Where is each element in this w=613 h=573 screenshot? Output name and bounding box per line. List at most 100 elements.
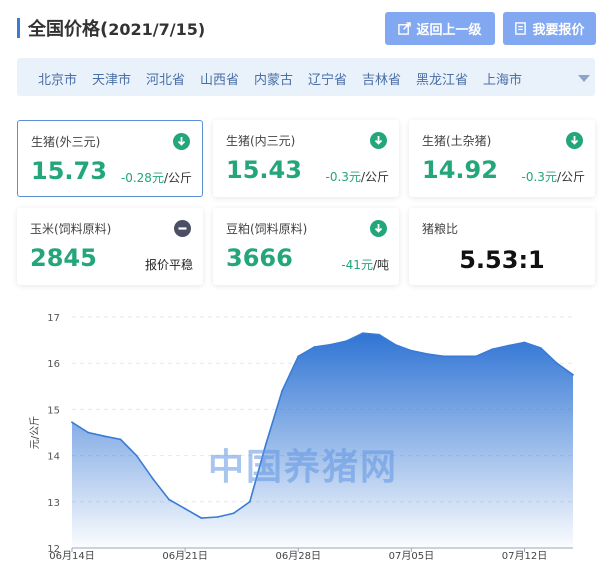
card-change-unit: /公斤	[360, 170, 389, 184]
data-point	[491, 348, 494, 351]
data-point	[426, 353, 429, 355]
data-point	[442, 355, 445, 358]
card-status: 报价平稳	[144, 258, 193, 272]
data-point	[151, 477, 154, 480]
share-out-icon	[398, 22, 412, 35]
data-point	[184, 507, 187, 510]
data-point	[248, 500, 251, 503]
data-point	[168, 498, 170, 501]
data-point	[329, 343, 332, 346]
report-price-label: 我要报价	[532, 23, 585, 38]
card-change: -41元/吨	[341, 256, 389, 273]
x-tick-label: 07月12日	[502, 550, 547, 562]
card-price: 15.73	[31, 157, 107, 185]
x-tick-label: 06月21日	[162, 550, 207, 562]
card-price: 3666	[226, 244, 293, 272]
x-tick-label: 06月14日	[49, 550, 94, 562]
price-card-pig-neisanyuan[interactable]: 生猪(内三元) 15.43 -0.3元/公斤	[213, 120, 399, 197]
card-name: 玉米(饲料原料)	[30, 222, 112, 236]
card-name: 生猪(内三元)	[226, 134, 296, 148]
region-item-shanxi[interactable]: 山西省	[200, 69, 239, 88]
data-point	[87, 431, 90, 434]
card-price: 2845	[30, 244, 97, 272]
data-point	[572, 373, 574, 376]
region-item-neimenggu[interactable]: 内蒙古	[254, 69, 293, 88]
back-button-label: 返回上一级	[416, 23, 482, 38]
card-name: 生猪(土杂猪)	[422, 134, 492, 148]
card-change-value: -0.28元	[120, 171, 164, 185]
watermark-logo-text: 中国养猪网	[208, 447, 399, 488]
region-item-jilin[interactable]: 吉林省	[362, 69, 401, 88]
down-arrow-icon	[566, 132, 583, 149]
pig-grain-ratio-value: 5.53:1	[459, 246, 545, 274]
down-arrow-icon	[370, 220, 387, 237]
card-price: 14.92	[422, 156, 498, 184]
data-point	[281, 390, 283, 392]
data-point	[135, 454, 138, 457]
back-button[interactable]: 返回上一级	[385, 12, 495, 45]
data-point	[459, 355, 461, 358]
page-title: 全国价格(2021/7/15)	[28, 15, 205, 41]
data-point	[555, 362, 558, 365]
region-item-shanghai[interactable]: 上海市	[483, 69, 522, 88]
price-card-corn[interactable]: 玉米(饲料原料) 2845 报价平稳	[17, 208, 203, 285]
card-name: 生猪(外三元)	[31, 135, 101, 149]
region-selector: 北京市 天津市 河北省 山西省 内蒙古 辽宁省 吉林省 黑龙江省 上海市	[17, 58, 595, 96]
minus-icon	[174, 220, 191, 237]
y-tick-label: 16	[47, 359, 60, 370]
y-tick-label: 14	[47, 452, 60, 463]
data-point	[313, 346, 316, 348]
data-point	[71, 421, 73, 424]
card-name: 豆粕(饲料原料)	[226, 222, 308, 236]
data-point	[297, 355, 300, 358]
y-tick-label: 17	[47, 313, 60, 324]
page-header: 全国价格(2021/7/15) 返回上一级 我要报价	[0, 0, 613, 56]
y-axis-label: 元/公斤	[29, 416, 41, 449]
region-item-tianjin[interactable]: 天津市	[92, 69, 131, 88]
region-item-beijing[interactable]: 北京市	[38, 69, 77, 88]
region-item-heilongjiang[interactable]: 黑龙江省	[416, 69, 468, 88]
data-point	[200, 517, 203, 519]
data-point	[345, 340, 348, 342]
down-arrow-icon	[370, 132, 387, 149]
page-title-date: 2021/7/15)	[108, 20, 206, 39]
data-point	[216, 516, 219, 518]
price-card-pig-tuzazhu[interactable]: 生猪(土杂猪) 14.92 -0.3元/公斤	[409, 120, 595, 197]
x-tick-label: 06月28日	[276, 550, 321, 562]
data-point	[507, 344, 510, 347]
data-point	[103, 435, 106, 438]
data-point	[410, 349, 413, 352]
data-point	[394, 343, 397, 346]
card-change: -0.28元/公斤	[121, 169, 192, 186]
card-price: 15.43	[226, 156, 302, 184]
card-name: 猪粮比	[422, 222, 459, 236]
data-point	[539, 347, 542, 349]
expand-regions-icon[interactable]	[578, 75, 590, 82]
card-change-unit: /公斤	[556, 170, 585, 184]
region-item-hebei[interactable]: 河北省	[146, 69, 185, 88]
data-point	[475, 355, 477, 358]
title-accent-bar	[17, 18, 20, 38]
card-change: -0.3元/公斤	[326, 168, 389, 185]
ratio-card-pig-grain[interactable]: 猪粮比 5.53:1	[409, 208, 595, 285]
card-change-value: -0.3元	[325, 170, 361, 184]
data-point	[362, 332, 364, 335]
card-change-unit: /公斤	[163, 171, 192, 185]
data-point	[232, 512, 235, 515]
data-point	[378, 333, 380, 336]
price-trend-chart: 12131415161706月14日 06月21日 06月28日 07月05日 07月1…	[29, 313, 574, 562]
card-change: -0.3元/公斤	[522, 168, 585, 185]
data-point	[523, 341, 526, 344]
document-icon	[515, 22, 527, 35]
price-card-pig-waisanyuan[interactable]: 生猪(外三元) 15.73 -0.28元/公斤	[17, 120, 203, 197]
page-title-text: 全国价格(	[28, 19, 109, 40]
report-price-button[interactable]: 我要报价	[503, 12, 596, 45]
region-item-liaoning[interactable]: 辽宁省	[308, 69, 347, 88]
y-tick-label: 15	[47, 405, 60, 416]
card-change-unit: /吨	[372, 258, 389, 272]
price-card-soybean-meal[interactable]: 豆粕(饲料原料) 3666 -41元/吨	[213, 208, 399, 285]
x-tick-label: 07月05日	[389, 550, 434, 562]
data-point	[119, 438, 122, 441]
card-change-value: -41元	[341, 258, 373, 272]
card-change-value: -0.3元	[521, 170, 557, 184]
